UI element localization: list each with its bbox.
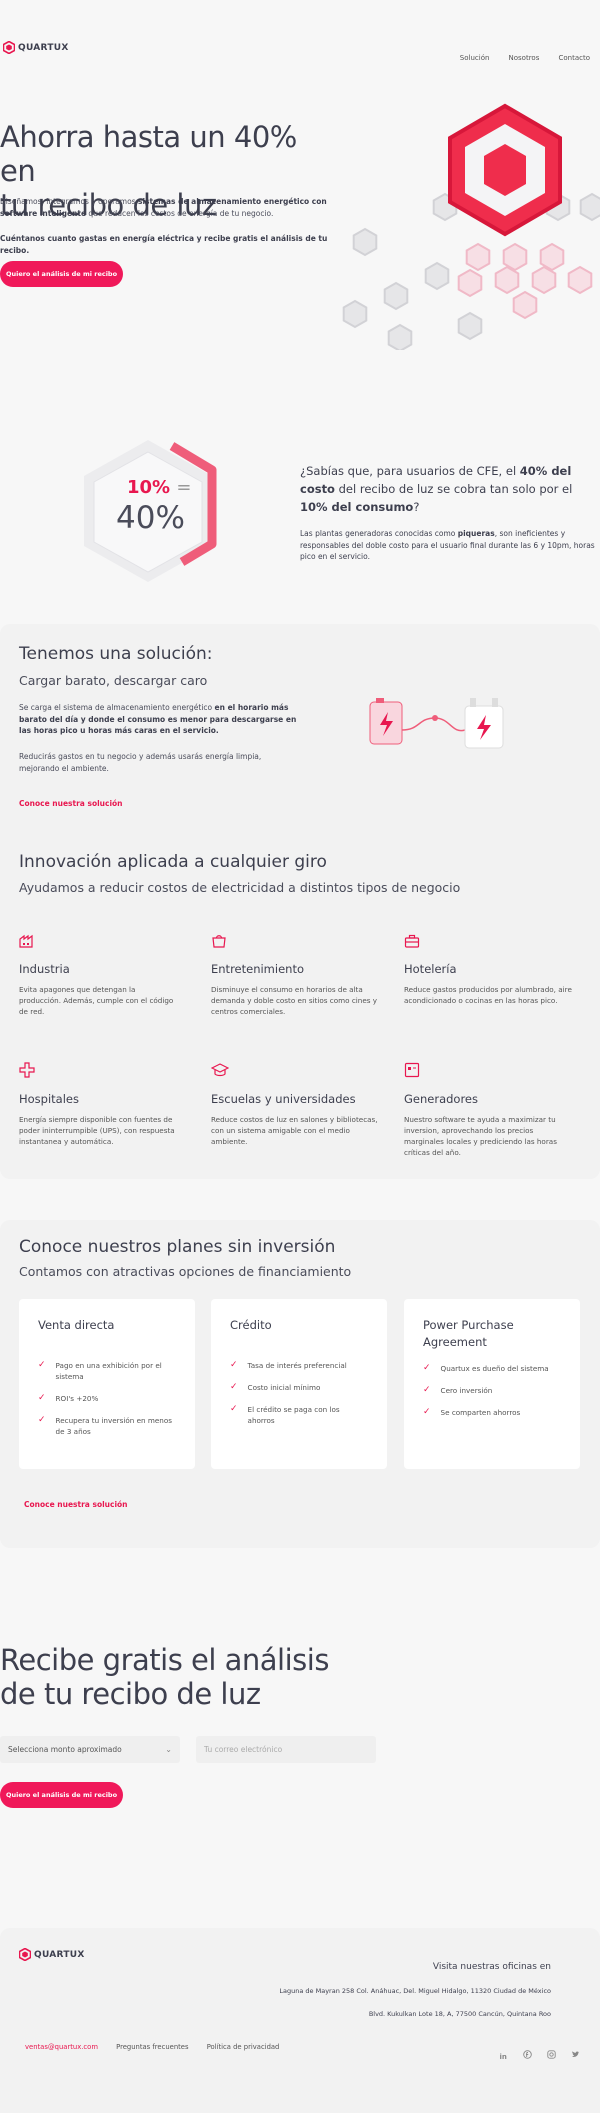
generator-icon (404, 1062, 420, 1078)
briefcase-icon (404, 934, 420, 948)
footer-address-2: Blvd. Kukulkan Lote 18, A, 77500 Cancún,… (368, 2010, 551, 2018)
hero-cta-button[interactable]: Quiero el análisis de mi recibo (0, 261, 123, 287)
plan-credito: Crédito ✓ Tasa de interés preferencial ✓ C… (211, 1299, 387, 1469)
shopping-bag-icon (212, 935, 226, 948)
check-icon: ✓ (423, 1385, 431, 1395)
plans-link[interactable]: Conoce nuestra solución (24, 1500, 128, 1509)
plan-ppa: Power Purchase Agreement ✓ Quartux es due… (404, 1299, 580, 1469)
plan-bullet: ✓ Se comparten ahorros (423, 1407, 521, 1417)
battery-charge-illustration (369, 698, 504, 749)
quartux-logo-icon (3, 41, 15, 54)
feature-escuelas: Escuelas y universidades Reduce costos d… (210, 1062, 386, 1147)
linkedin-icon[interactable]: in (499, 2053, 508, 2062)
plan-bullet: ✓ Tasa de interés preferencial (230, 1360, 347, 1370)
solution-title: Tenemos una solución: (19, 644, 213, 664)
cross-icon (19, 1062, 35, 1078)
feature-generadores: Generadores Nuestro software te ayuda a … (404, 1062, 574, 1158)
factory-icon (19, 934, 33, 948)
check-icon: ✓ (423, 1407, 431, 1417)
hero-subtext: Cuéntanos cuanto gastas en energía eléct… (0, 234, 328, 255)
quartux-logo-icon (19, 1948, 31, 1961)
hexagon-battery-illustration (342, 103, 600, 350)
plan-bullet: ✓ ROI's +20% (38, 1393, 99, 1403)
check-icon: ✓ (230, 1382, 238, 1392)
plans-subtitle: Contamos con atractivas opciones de fina… (19, 1264, 352, 1279)
feature-hospitales: Hospitales Energía siempre disponible co… (19, 1062, 179, 1147)
feature-industria: Industria Evita apagones que detengan la… (19, 934, 179, 1017)
plan-bullet: ✓ Pago en una exhibición por el sistema (38, 1360, 162, 1381)
nav-nosotros[interactable]: Nosotros (509, 54, 540, 62)
feature-hoteleria: Hotelería Reduce gastos producidos por a… (404, 934, 574, 1006)
facebook-icon[interactable] (523, 2050, 532, 2059)
footer-logo[interactable]: QUARTUX (19, 1948, 85, 1961)
nav-solucion[interactable]: Solución (460, 54, 490, 62)
solution-paragraph-1: Se carga el sistema de almacenamiento en… (19, 703, 297, 735)
footer-privacy-link[interactable]: Política de privacidad (207, 2043, 280, 2051)
footer-email-link[interactable]: ventas@quartux.com (25, 2043, 98, 2051)
small-percentage: 10% = (127, 477, 192, 498)
header-logo[interactable]: QUARTUX (3, 41, 69, 54)
social-links: in (489, 2044, 580, 2063)
fact-paragraph: Las plantas generadoras conocidas como p… (300, 529, 595, 561)
chevron-down-icon: ⌄ (165, 1745, 172, 1754)
footer (0, 1928, 600, 2113)
check-icon: ✓ (230, 1404, 238, 1414)
plan-bullet: ✓ Costo inicial mínimo (230, 1382, 321, 1392)
check-icon: ✓ (423, 1363, 431, 1373)
plans-title: Conoce nuestros planes sin inversión (19, 1237, 336, 1257)
innovation-title: Innovación aplicada a cualquier giro (19, 852, 327, 872)
check-icon: ✓ (38, 1393, 46, 1403)
brand-name: QUARTUX (18, 42, 69, 53)
fact-question: ¿Sabías que, para usuarios de CFE, el 40… (300, 464, 573, 514)
analysis-title: Recibe gratis el análisis de tu recibo d… (0, 1643, 329, 1711)
footer-links: ventas@quartux.com Preguntas frecuentes … (25, 2043, 279, 2051)
hero-description: Diseñamos, integramos y operamos sistema… (0, 197, 327, 218)
big-percentage: 40% (116, 500, 185, 536)
email-field[interactable]: Tu correo electrónico (196, 1736, 376, 1763)
graduation-cap-icon (210, 1063, 230, 1077)
footer-faq-link[interactable]: Preguntas frecuentes (116, 2043, 188, 2051)
solution-paragraph-2: Reducirás gastos en tu negocio y además … (19, 752, 262, 773)
solution-link[interactable]: Conoce nuestra solución (19, 799, 123, 808)
check-icon: ✓ (230, 1360, 238, 1370)
analysis-cta-button[interactable]: Quiero el análisis de mi recibo (0, 1782, 123, 1808)
innovation-subtitle: Ayudamos a reducir costos de electricida… (19, 880, 461, 895)
twitter-icon[interactable] (571, 2050, 580, 2059)
instagram-icon[interactable] (547, 2050, 556, 2059)
plan-venta-directa: Venta directa ✓ Pago en una exhibición po… (19, 1299, 195, 1469)
footer-brand-name: QUARTUX (34, 1949, 85, 1960)
amount-select[interactable]: Selecciona monto aproximado ⌄ (0, 1736, 180, 1763)
check-icon: ✓ (38, 1360, 46, 1370)
solution-subtitle: Cargar barato, descargar caro (19, 673, 208, 688)
plan-bullet: ✓ Cero inversión (423, 1385, 493, 1395)
check-icon: ✓ (38, 1415, 46, 1425)
plan-bullet: ✓ Recupera tu inversión en menos de 3 año… (38, 1415, 172, 1436)
plan-bullet: ✓ El crédito se paga con los ahorros (230, 1404, 340, 1425)
footer-address-1: Laguna de Mayran 258 Col. Anáhuac, Del. … (279, 1987, 551, 1995)
nav-contacto[interactable]: Contacto (558, 54, 590, 62)
plan-bullet: ✓ Quartux es dueño del sistema (423, 1363, 549, 1373)
main-nav: Solución Nosotros Contacto (446, 45, 590, 64)
footer-visit-heading: Visita nuestras oficinas en (432, 1962, 551, 1972)
feature-entretenimiento: Entretenimiento Disminuye el consumo en … (211, 934, 386, 1017)
